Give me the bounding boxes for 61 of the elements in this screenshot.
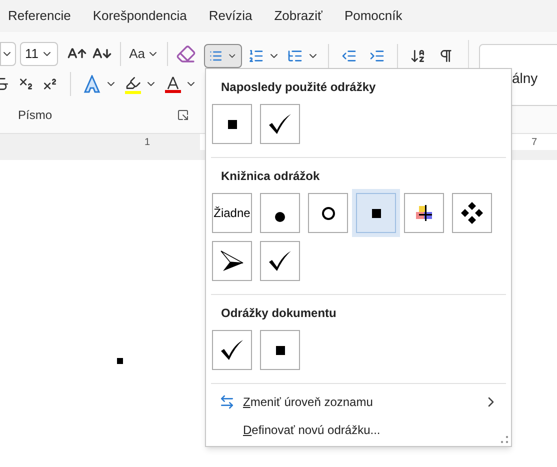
- bullet-option[interactable]: [212, 241, 252, 281]
- bullet-option[interactable]: [452, 193, 492, 233]
- multilevel-list-icon: [287, 48, 303, 64]
- menu-item-label: Zmeniť úroveň zoznamu: [243, 394, 374, 411]
- diamonds-bullet-icon: [461, 202, 483, 224]
- bullet-option[interactable]: [212, 104, 252, 144]
- bullet-option[interactable]: [260, 330, 300, 370]
- list-level-icon: [219, 394, 235, 410]
- bullet-option[interactable]: [260, 241, 300, 281]
- bullet-option[interactable]: [404, 193, 444, 233]
- bullet-option[interactable]: [260, 104, 300, 144]
- arrowhead-bullet-icon: [220, 250, 244, 272]
- checkmark-icon: [268, 250, 292, 272]
- colorful-bullet-icon: [416, 205, 432, 221]
- square-bullet-icon: [372, 208, 380, 218]
- bullet-option[interactable]: [212, 330, 252, 370]
- font-size-dropdown[interactable]: 11: [20, 42, 58, 66]
- change-case-button[interactable]: Aa: [129, 42, 160, 66]
- eraser-icon: [176, 44, 196, 64]
- menu-item-label: Definovať novú odrážku...: [243, 422, 382, 439]
- subscript-icon: [18, 76, 34, 92]
- section-heading: Knižnica odrážok: [220, 168, 321, 185]
- pilcrow-icon: [438, 48, 454, 64]
- superscript-icon: [42, 76, 58, 92]
- bullet-option[interactable]: [260, 193, 300, 233]
- font-name-dropdown[interactable]: [0, 42, 16, 66]
- ribbon-tab[interactable]: Revízia: [208, 6, 252, 26]
- menu-item[interactable]: Definovať novú odrážku...: [206, 416, 511, 444]
- dialog-launcher-icon[interactable]: [177, 109, 189, 121]
- font-color-icon: [164, 76, 181, 92]
- menu-item[interactable]: Zmeniť úroveň zoznamu: [206, 388, 511, 416]
- ribbon-tab[interactable]: Zobraziť: [274, 6, 322, 26]
- resize-grip-icon: [501, 436, 508, 443]
- square-bullet-icon: [276, 346, 284, 354]
- text-effects-icon: [82, 75, 101, 93]
- text-effects-button[interactable]: [82, 72, 117, 96]
- section-heading: Naposledy použité odrážky: [220, 79, 377, 96]
- decrease-indent-icon: [341, 48, 357, 64]
- group-label: Písmo: [18, 107, 52, 124]
- highlighter-icon: [124, 74, 141, 94]
- sort-icon: [410, 48, 426, 64]
- square-bullet-icon: [117, 358, 123, 364]
- checkmark-icon: [268, 113, 292, 135]
- bullet-option[interactable]: [308, 193, 348, 233]
- ribbon-tab[interactable]: Referencie: [8, 6, 71, 26]
- dot-bullet-icon: [275, 212, 285, 222]
- ribbon-tab[interactable]: Pomocník: [344, 6, 402, 26]
- section-heading: Odrážky dokumentu: [220, 305, 338, 322]
- bullet-option-label: Žiadne: [214, 205, 250, 222]
- style-name: álny: [512, 70, 538, 86]
- square-bullet-icon: [228, 120, 236, 128]
- ruler-number: 7: [531, 136, 537, 150]
- bullets-button[interactable]: [204, 44, 242, 68]
- checkmark-icon: [220, 339, 244, 361]
- numbered-list-icon: [248, 48, 264, 64]
- font-size-value: 11: [25, 45, 38, 64]
- increase-indent-icon: [369, 48, 385, 64]
- ribbon-tab[interactable]: Korešpondencia: [92, 6, 187, 26]
- ruler-number: 1: [144, 136, 150, 150]
- circle-bullet-icon: [322, 206, 334, 220]
- bullet-option[interactable]: Žiadne: [212, 193, 252, 233]
